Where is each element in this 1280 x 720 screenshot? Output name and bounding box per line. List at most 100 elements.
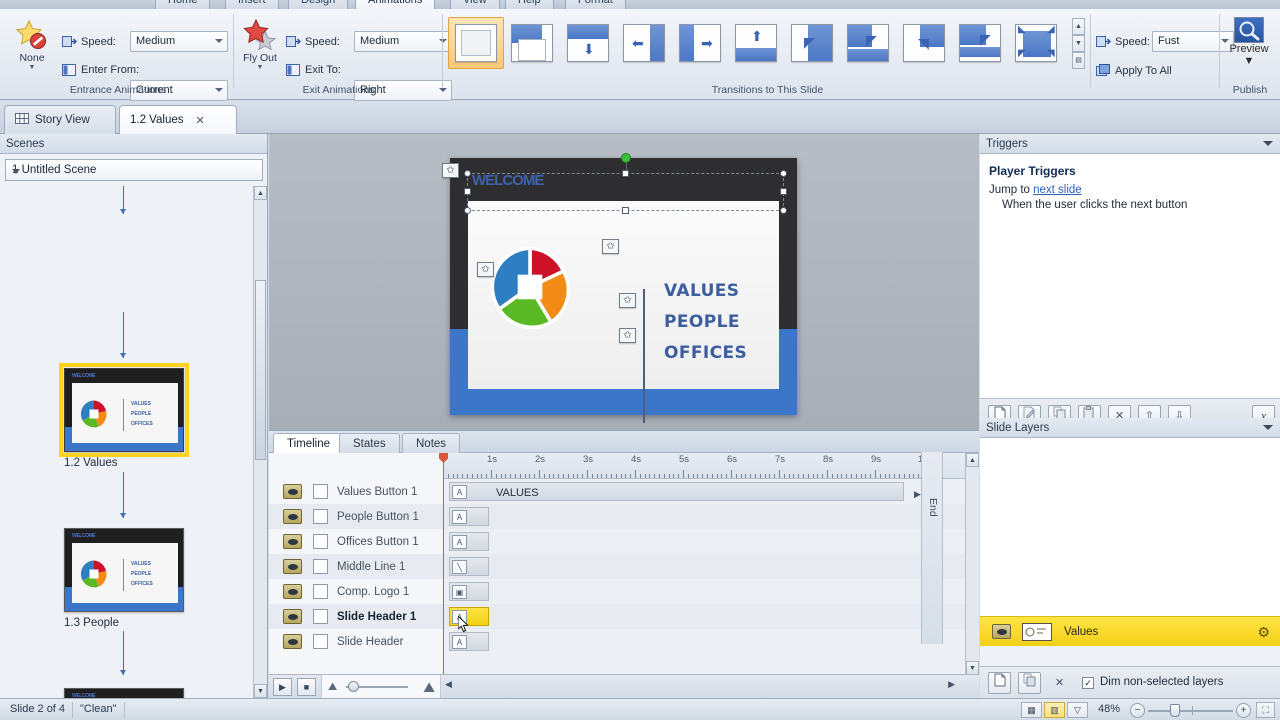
- ribbon-tab-view[interactable]: View: [450, 0, 500, 9]
- timeline-row[interactable]: Values Button 1 A VALUES: [269, 479, 979, 504]
- timeline-row[interactable]: Slide Header A: [269, 629, 979, 654]
- scroll-down-icon[interactable]: ▼: [254, 684, 267, 698]
- tab-notes[interactable]: Notes: [402, 433, 461, 454]
- dim-layers-checkbox[interactable]: ✓: [1082, 677, 1094, 689]
- tab-states[interactable]: States: [339, 433, 400, 454]
- resize-handle-bc[interactable]: [621, 207, 629, 214]
- exit-dropdown-arrow[interactable]: ▼: [236, 64, 284, 71]
- tab-timeline[interactable]: Timeline: [273, 433, 345, 454]
- ribbon-tab-home[interactable]: Home: [155, 0, 211, 9]
- layer-visibility-icon[interactable]: [283, 584, 302, 599]
- scene-item-offices[interactable]: WELCOME VALUESPEOPLEOFFICES: [64, 688, 184, 698]
- scroll-up-icon[interactable]: ▲: [966, 453, 979, 467]
- layer-row-values[interactable]: Values ⚙: [980, 616, 1280, 646]
- resize-handle-ml[interactable]: [464, 188, 471, 195]
- transition-none[interactable]: [448, 17, 504, 69]
- exit-flyout-button[interactable]: Fly Out ▼: [236, 17, 284, 71]
- fit-to-window-button[interactable]: ⛶: [1256, 702, 1275, 718]
- layer-lock-checkbox[interactable]: [313, 484, 328, 499]
- gallery-more[interactable]: ▤: [1072, 52, 1085, 69]
- scrollbar-thumb[interactable]: [255, 280, 266, 460]
- resize-handle-bl[interactable]: [464, 207, 471, 214]
- timeline-bar[interactable]: A: [449, 507, 489, 526]
- transition-push-up[interactable]: ⬆: [728, 17, 784, 69]
- hscroll-right-icon[interactable]: ▶: [948, 679, 955, 690]
- offices-button[interactable]: OFFICES: [664, 343, 747, 363]
- trigger-jump-link[interactable]: next slide: [1033, 184, 1082, 196]
- transition-shrink[interactable]: ◣ ◢ ◤ ◥: [1008, 17, 1064, 69]
- close-icon[interactable]: ✕: [196, 114, 205, 127]
- entrance-speed-combo[interactable]: Medium: [130, 31, 228, 52]
- animation-marker-icon[interactable]: ✩: [442, 163, 459, 178]
- zoom-slider-track[interactable]: [1148, 710, 1233, 712]
- resize-handle-tl[interactable]: [464, 170, 471, 177]
- scene-item-people[interactable]: WELCOME VALUES PEOPLE OFFICES 1.3 People: [64, 528, 184, 629]
- slide-preview[interactable]: VALUES PEOPLE OFFICES WELCOME: [450, 153, 797, 423]
- chevron-down-icon[interactable]: [1263, 141, 1273, 146]
- layer-lock-checkbox[interactable]: [313, 634, 328, 649]
- ribbon-tab-help[interactable]: Help: [505, 0, 554, 9]
- layer-lock-checkbox[interactable]: [313, 584, 328, 599]
- new-layer-button[interactable]: [988, 672, 1011, 694]
- gallery-scroll-buttons[interactable]: ▲ ▼ ▤: [1072, 18, 1085, 69]
- timeline-row[interactable]: People Button 1 A: [269, 504, 979, 529]
- zoom-slider-knob[interactable]: [1170, 704, 1180, 717]
- scene-item-values[interactable]: WELCOME VALUES PEOPLE OFFICES 1.2 Values: [59, 363, 189, 469]
- ribbon-tab-animations[interactable]: Animations: [355, 0, 436, 9]
- timeline-zoom-knob[interactable]: [348, 681, 359, 692]
- timeline-bar[interactable]: ▣: [449, 582, 489, 601]
- trigger-jump-line[interactable]: Jump to next slide: [989, 184, 1082, 196]
- layer-visibility-icon[interactable]: [283, 509, 302, 524]
- animation-marker-icon[interactable]: ✩: [602, 239, 619, 254]
- ribbon-tab-insert[interactable]: Insert: [225, 0, 279, 9]
- chevron-down-icon[interactable]: [215, 39, 223, 43]
- scroll-up-icon[interactable]: ▲: [254, 186, 267, 200]
- gear-icon[interactable]: ⚙: [1257, 624, 1270, 641]
- transition-zoom-corner-bl[interactable]: ◥: [896, 17, 952, 69]
- slide-canvas[interactable]: VALUES PEOPLE OFFICES WELCOME ✩ ✩ ✩ ✩ ✩: [269, 134, 979, 430]
- timeline-bar[interactable]: ╲: [449, 557, 489, 576]
- animation-marker-icon[interactable]: ✩: [619, 293, 636, 308]
- layer-lock-checkbox[interactable]: [313, 509, 328, 524]
- apply-to-all-button[interactable]: Apply To All: [1096, 61, 1172, 81]
- transition-zoom-corner-br[interactable]: ◤: [952, 17, 1008, 69]
- hscroll-left-icon[interactable]: ◀: [445, 679, 452, 690]
- transition-fade[interactable]: [504, 17, 560, 69]
- timeline-bar[interactable]: A: [449, 532, 489, 551]
- zoom-out-button[interactable]: −: [1130, 703, 1145, 718]
- layer-visibility-icon[interactable]: [283, 559, 302, 574]
- slide-layers-list[interactable]: Values ⚙: [980, 438, 1280, 646]
- layer-visibility-icon[interactable]: [283, 609, 302, 624]
- animation-marker-icon[interactable]: ✩: [619, 328, 636, 343]
- transition-zoom-corner-tl[interactable]: ◤: [784, 17, 840, 69]
- entrance-none-button[interactable]: None ▼: [8, 17, 56, 71]
- tab-story-view[interactable]: Story View: [4, 105, 116, 134]
- delete-layer-button[interactable]: ✕: [1048, 672, 1071, 694]
- preview-dropdown-arrow[interactable]: ▼: [1244, 55, 1255, 67]
- entrance-dropdown-arrow[interactable]: ▼: [8, 64, 56, 71]
- transition-zoom-corner-tr[interactable]: ◤: [840, 17, 896, 69]
- timeline-bar[interactable]: A: [449, 632, 489, 651]
- middle-line-shape[interactable]: [643, 289, 645, 423]
- scene-selector[interactable]: 1 Untitled Scene: [5, 159, 263, 181]
- view-mode-grid-button[interactable]: ▦: [1021, 702, 1042, 718]
- zoom-in-button[interactable]: +: [1236, 703, 1251, 718]
- transition-push-down[interactable]: ⬇: [560, 17, 616, 69]
- exit-speed-combo[interactable]: Medium: [354, 31, 452, 52]
- transition-cover-right[interactable]: ➡: [672, 17, 728, 69]
- chevron-down-icon[interactable]: [1263, 425, 1273, 430]
- timeline-bar[interactable]: A VALUES: [449, 482, 904, 501]
- timeline-row[interactable]: Comp. Logo 1 ▣: [269, 579, 979, 604]
- tab-slide-1-2-values[interactable]: 1.2 Values ✕: [119, 105, 237, 134]
- layer-lock-checkbox[interactable]: [313, 609, 328, 624]
- timeline-row[interactable]: Middle Line 1 ╲: [269, 554, 979, 579]
- view-mode-normal-button[interactable]: ▥: [1044, 702, 1065, 718]
- resize-handle-tc[interactable]: [621, 170, 629, 177]
- timeline-row[interactable]: Offices Button 1 A: [269, 529, 979, 554]
- resize-handle-mr[interactable]: [780, 188, 787, 195]
- resize-handle-tr[interactable]: [780, 170, 787, 177]
- rotate-handle[interactable]: [620, 153, 631, 163]
- transition-cover-left[interactable]: ⬅: [616, 17, 672, 69]
- layer-visibility-icon[interactable]: [992, 624, 1011, 639]
- animation-marker-icon[interactable]: ✩: [477, 262, 494, 277]
